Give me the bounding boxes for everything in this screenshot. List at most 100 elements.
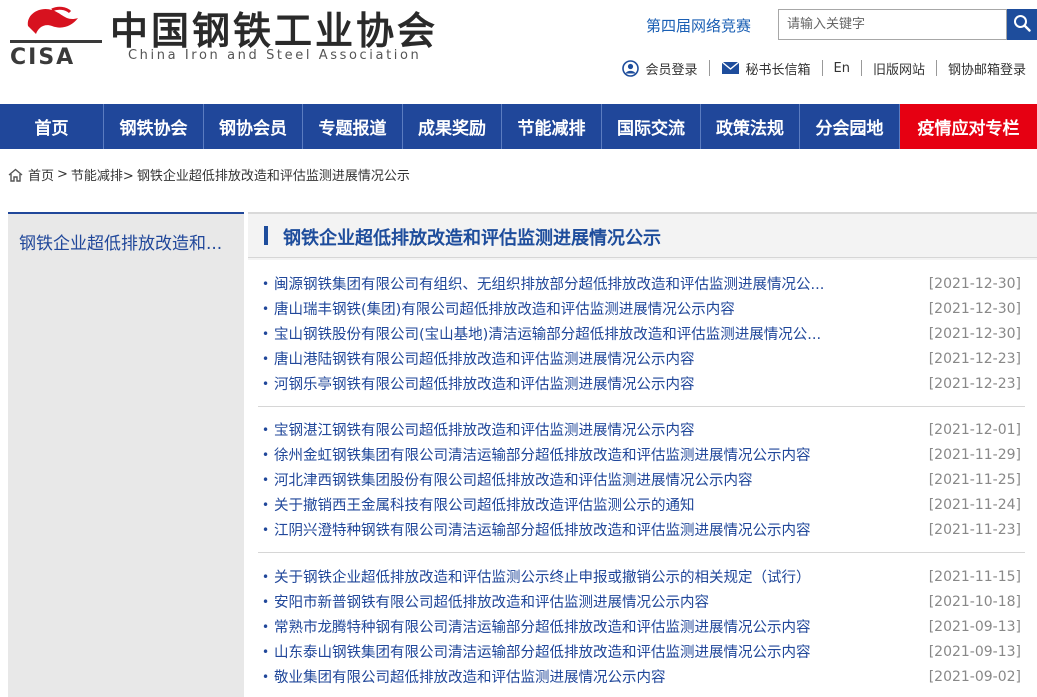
article-date: [2021-12-23] [928, 350, 1021, 367]
bullet-icon: • [262, 522, 270, 537]
search-icon [1013, 14, 1031, 35]
secretary-mailbox-link[interactable]: 秘书长信箱 [710, 59, 822, 78]
article-title[interactable]: 山东泰山钢铁集团有限公司清洁运输部分超低排放改造和评估监测进展情况公示内容 [274, 641, 884, 662]
breadcrumb-separator: > [57, 167, 68, 182]
search-button[interactable] [1007, 9, 1037, 40]
secretary-mailbox-label: 秘书长信箱 [745, 62, 811, 78]
section-header: 钢铁企业超低排放改造和评估监测进展情况公示 [248, 214, 1037, 258]
bullet-icon: • [262, 472, 270, 487]
article-title[interactable]: 徐州金虹钢铁集团有限公司清洁运输部分超低排放改造和评估监测进展情况公示内容 [274, 444, 884, 465]
bullet-icon: • [262, 497, 270, 512]
article-date: [2021-12-30] [928, 300, 1021, 317]
article-title[interactable]: 宝钢湛江钢铁有限公司超低排放改造和评估监测进展情况公示内容 [274, 419, 884, 440]
search-box [778, 9, 1007, 40]
nav-item-members[interactable]: 钢协会员 [204, 104, 303, 149]
search-input[interactable] [779, 10, 1006, 39]
article-date: [2021-11-25] [928, 471, 1021, 488]
nav-item-awards[interactable]: 成果奖励 [403, 104, 502, 149]
nav-item-policy[interactable]: 政策法规 [701, 104, 800, 149]
list-item[interactable]: • 关于钢铁企业超低排放改造和评估监测公示终止申报或撤销公示的相关规定（试行） [2… [258, 564, 1023, 589]
article-date: [2021-11-23] [928, 521, 1021, 538]
article-title[interactable]: 常熟市龙腾特种钢有限公司清洁运输部分超低排放改造和评估监测进展情况公示内容 [274, 616, 884, 637]
article-date: [2021-11-15] [928, 568, 1021, 585]
article-date: [2021-12-23] [928, 375, 1021, 392]
breadcrumb: 首页 > 节能减排> 钢铁企业超低排放改造和评估监测进展情况公示 [8, 165, 410, 184]
sidebar: 钢铁企业超低排放改造和... [8, 212, 244, 697]
title-marker [264, 226, 268, 245]
list-item[interactable]: • 河钢乐亭钢铁有限公司超低排放改造和评估监测进展情况公示内容 [2021-12-2… [258, 371, 1023, 396]
article-date: [2021-11-24] [928, 496, 1021, 513]
article-title[interactable]: 关于撤销西王金属科技有限公司超低排放改造评估监测公示的通知 [274, 494, 884, 515]
article-title[interactable]: 安阳市新普钢铁有限公司超低排放改造和评估监测进展情况公示内容 [274, 591, 884, 612]
nav-item-branches[interactable]: 分会园地 [800, 104, 900, 149]
list-item[interactable]: • 江阴兴澄特种钢铁有限公司清洁运输部分超低排放改造和评估监测进展情况公示内容 [2… [258, 517, 1023, 542]
list-item[interactable]: • 敬业集团有限公司超低排放改造和评估监测进展情况公示内容 [2021-09-02] [258, 664, 1023, 689]
list-item[interactable]: • 山东泰山钢铁集团有限公司清洁运输部分超低排放改造和评估监测进展情况公示内容 [2… [258, 639, 1023, 664]
group-divider [258, 552, 1025, 553]
bullet-icon: • [262, 422, 270, 437]
article-date: [2021-12-30] [928, 325, 1021, 342]
breadcrumb-home[interactable]: 首页 [28, 165, 54, 184]
article-title[interactable]: 河钢乐亭钢铁有限公司超低排放改造和评估监测进展情况公示内容 [274, 373, 884, 394]
group-divider [258, 406, 1025, 407]
article-title[interactable]: 河北津西钢铁集团股份有限公司超低排放改造和评估监测进展情况公示内容 [274, 469, 884, 490]
list-item[interactable]: • 宝钢湛江钢铁有限公司超低排放改造和评估监测进展情况公示内容 [2021-12-0… [258, 417, 1023, 442]
article-list: • 闽源钢铁集团有限公司有组织、无组织排放部分超低排放改造和评估监测进展情况公..… [248, 260, 1037, 697]
list-item[interactable]: • 宝山钢铁股份有限公司(宝山基地)清洁运输部分超低排放改造和评估监测进展情况公.… [258, 321, 1023, 346]
contest-link[interactable]: 第四届网络竞赛 [646, 15, 751, 36]
article-title[interactable]: 江阴兴澄特种钢铁有限公司清洁运输部分超低排放改造和评估监测进展情况公示内容 [274, 519, 884, 540]
article-date: [2021-12-01] [928, 421, 1021, 438]
article-date: [2021-11-29] [928, 446, 1021, 463]
home-icon [8, 168, 23, 182]
english-link[interactable]: En [823, 61, 861, 76]
nav-item-special-reports[interactable]: 专题报道 [303, 104, 403, 149]
cisa-logo[interactable]: CISA [6, 4, 106, 70]
bullet-icon: • [262, 301, 270, 316]
page-title: 钢铁企业超低排放改造和评估监测进展情况公示 [283, 228, 661, 249]
bullet-icon: • [262, 326, 270, 341]
bullet-icon: • [262, 619, 270, 634]
list-item[interactable]: • 唐山瑞丰钢铁(集团)有限公司超低排放改造和评估监测进展情况公示内容 [2021-… [258, 296, 1023, 321]
bullet-icon: • [262, 669, 270, 684]
nav-item-home[interactable]: 首页 [0, 104, 104, 149]
bullet-icon: • [262, 569, 270, 584]
bullet-icon: • [262, 376, 270, 391]
article-title[interactable]: 唐山港陆钢铁有限公司超低排放改造和评估监测进展情况公示内容 [274, 348, 884, 369]
site-name-en: China Iron and Steel Association [128, 48, 422, 63]
list-item[interactable]: • 徐州金虹钢铁集团有限公司清洁运输部分超低排放改造和评估监测进展情况公示内容 [2… [258, 442, 1023, 467]
mail-icon [721, 61, 740, 75]
article-title[interactable]: 唐山瑞丰钢铁(集团)有限公司超低排放改造和评估监测进展情况公示内容 [274, 298, 884, 319]
article-date: [2021-12-30] [928, 275, 1021, 292]
article-title[interactable]: 敬业集团有限公司超低排放改造和评估监测进展情况公示内容 [274, 666, 884, 687]
member-login-link[interactable]: 会员登录 [611, 59, 708, 78]
article-date: [2021-09-02] [928, 668, 1021, 685]
email-login-link[interactable]: 钢协邮箱登录 [937, 59, 1037, 78]
bullet-icon: • [262, 447, 270, 462]
nav-item-international[interactable]: 国际交流 [602, 104, 701, 149]
breadcrumb-current: 钢铁企业超低排放改造和评估监测进展情况公示 [136, 169, 410, 184]
list-item[interactable]: • 关于撤销西王金属科技有限公司超低排放改造评估监测公示的通知 [2021-11-2… [258, 492, 1023, 517]
list-item[interactable]: • 闽源钢铁集团有限公司有组织、无组织排放部分超低排放改造和评估监测进展情况公..… [258, 271, 1023, 296]
bullet-icon: • [262, 351, 270, 366]
list-item[interactable]: • 安阳市新普钢铁有限公司超低排放改造和评估监测进展情况公示内容 [2021-10-… [258, 589, 1023, 614]
top-links: 会员登录 秘书长信箱 En 旧版网站 钢协邮箱登录 [611, 57, 1037, 79]
nav-item-association[interactable]: 钢铁协会 [104, 104, 204, 149]
article-title[interactable]: 宝山钢铁股份有限公司(宝山基地)清洁运输部分超低排放改造和评估监测进展情况公..… [274, 323, 884, 344]
sidebar-item-ultra-low-emission[interactable]: 钢铁企业超低排放改造和... [8, 214, 244, 254]
member-login-label: 会员登录 [645, 62, 698, 78]
article-title[interactable]: 关于钢铁企业超低排放改造和评估监测公示终止申报或撤销公示的相关规定（试行） [274, 566, 884, 587]
bullet-icon: • [262, 594, 270, 609]
old-site-link[interactable]: 旧版网站 [862, 59, 936, 78]
list-item[interactable]: • 常熟市龙腾特种钢有限公司清洁运输部分超低排放改造和评估监测进展情况公示内容 [2… [258, 614, 1023, 639]
main-nav: 首页 钢铁协会 钢协会员 专题报道 成果奖励 节能减排 国际交流 政策法规 分会… [0, 104, 1037, 149]
article-date: [2021-10-18] [928, 593, 1021, 610]
list-item[interactable]: • 河北津西钢铁集团股份有限公司超低排放改造和评估监测进展情况公示内容 [2021-… [258, 467, 1023, 492]
breadcrumb-section[interactable]: 节能减排> [71, 165, 134, 184]
list-item[interactable]: • 唐山港陆钢铁有限公司超低排放改造和评估监测进展情况公示内容 [2021-12-2… [258, 346, 1023, 371]
article-date: [2021-09-13] [928, 643, 1021, 660]
nav-item-epidemic[interactable]: 疫情应对专栏 [900, 104, 1037, 149]
user-icon [622, 59, 640, 77]
article-title[interactable]: 闽源钢铁集团有限公司有组织、无组织排放部分超低排放改造和评估监测进展情况公... [274, 273, 884, 294]
site-header: CISA 中国钢铁工业协会 China Iron and Steel Assoc… [0, 0, 1037, 105]
nav-item-energy-saving[interactable]: 节能减排 [502, 104, 602, 149]
